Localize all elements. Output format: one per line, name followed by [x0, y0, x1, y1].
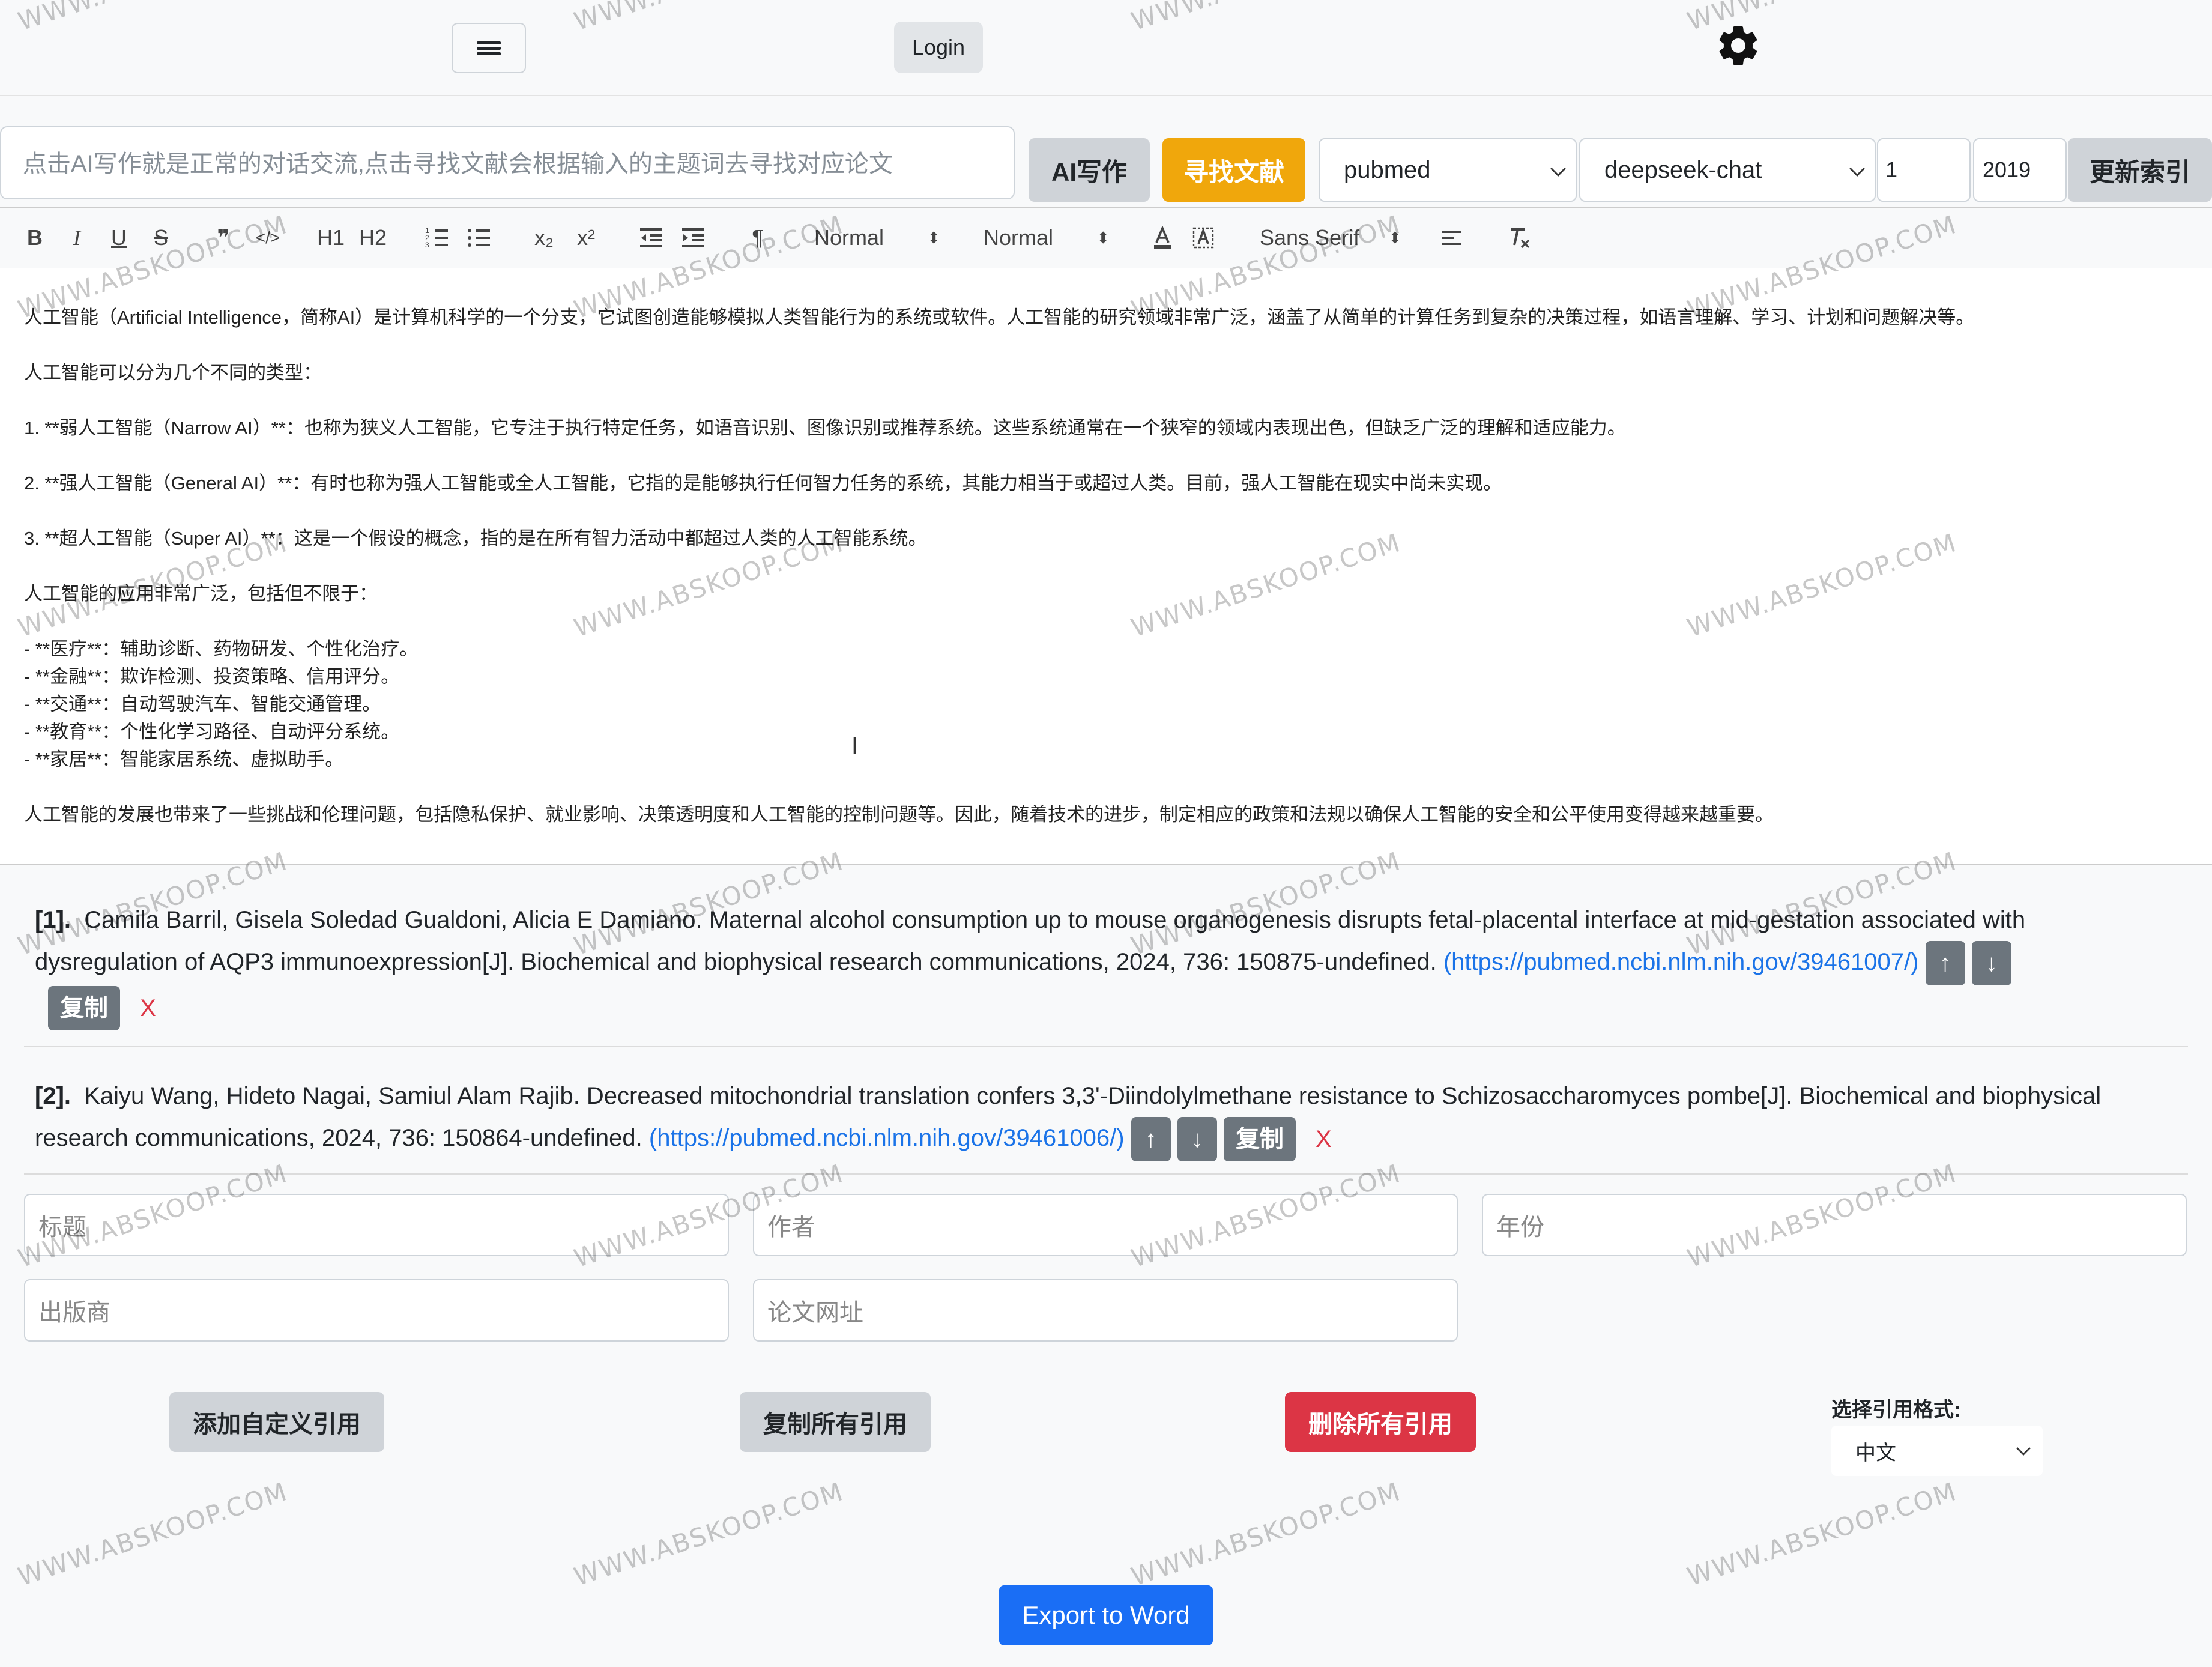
- bold-button[interactable]: B: [23, 220, 47, 256]
- editor-line: - **金融**：欺诈检测、投资策略、信用评分。: [24, 666, 400, 687]
- align-left-icon[interactable]: [1439, 220, 1465, 256]
- hamburger-icon: [477, 39, 501, 58]
- reference-link[interactable]: (https://pubmed.ncbi.nlm.nih.gov/3946100…: [1443, 949, 1919, 975]
- updown-icon: ⬍: [927, 228, 940, 247]
- clear-format-icon[interactable]: [1506, 220, 1532, 256]
- copy-all-citations-button[interactable]: 复制所有引用: [740, 1392, 931, 1452]
- ai-write-button[interactable]: AI写作: [1029, 138, 1150, 202]
- top-navbar: Login: [0, 0, 2212, 96]
- editor-line: - **家居**：智能家居系统、虚拟助手。: [24, 749, 344, 770]
- editor-line: 1. **弱人工智能（Narrow AI）**：也称为狭义人工智能，它专注于执行…: [24, 417, 1626, 438]
- paper-url-field[interactable]: 论文网址: [753, 1279, 1458, 1342]
- divider: [24, 1173, 2188, 1175]
- watermark-text: WWW.ABSKOOP.COM: [1683, 1476, 1960, 1592]
- italic-button[interactable]: I: [65, 220, 89, 256]
- text-direction-button[interactable]: ¶: [745, 220, 771, 256]
- subscript-button[interactable]: x₂: [531, 220, 557, 256]
- add-custom-citation-button[interactable]: 添加自定义引用: [169, 1392, 384, 1452]
- count-input[interactable]: 1: [1877, 138, 1971, 202]
- background-color-icon[interactable]: [1190, 220, 1216, 256]
- indent-icon[interactable]: [680, 220, 706, 256]
- updown-icon: ⬍: [1096, 228, 1110, 247]
- watermark-text: WWW.ABSKOOP.COM: [570, 1476, 847, 1592]
- move-down-button[interactable]: ↓: [1177, 1117, 1217, 1162]
- editor-line: - **教育**：个性化学习路径、自动评分系统。: [24, 721, 400, 742]
- underline-button[interactable]: U: [107, 220, 131, 256]
- rich-text-editor[interactable]: 人工智能（Artificial Intelligence，简称AI）是计算机科学…: [0, 268, 2212, 865]
- reference-index: [1].: [35, 907, 71, 933]
- citation-format-value: 中文: [1855, 1441, 1896, 1465]
- text-color-icon[interactable]: [1149, 220, 1176, 256]
- outdent-icon[interactable]: [638, 220, 664, 256]
- updown-icon: ⬍: [1388, 228, 1401, 247]
- topic-input[interactable]: 点击AI写作就是正常的对话交流,点击寻找文献会根据输入的主题词去寻找对应论文: [0, 126, 1015, 199]
- header-2-button[interactable]: H2: [357, 220, 389, 256]
- model-select[interactable]: deepseek-chat: [1579, 138, 1876, 202]
- export-to-word-button[interactable]: Export to Word: [999, 1585, 1213, 1645]
- header-1-button[interactable]: H1: [315, 220, 347, 256]
- editor-toolbar: B I U S ❞ </> H1 H2 123 x₂ x² ¶ Normal ⬍…: [0, 207, 2212, 269]
- delete-reference-button[interactable]: X: [1316, 1118, 1332, 1160]
- publisher-field[interactable]: 出版商: [24, 1279, 729, 1342]
- delete-reference-button[interactable]: X: [140, 987, 156, 1029]
- strike-button[interactable]: S: [149, 220, 173, 256]
- title-field[interactable]: 标题: [24, 1194, 729, 1256]
- reference-item: [2]. Kaiyu Wang, Hideto Nagai, Samiul Al…: [35, 1075, 2172, 1162]
- find-literature-button[interactable]: 寻找文献: [1162, 138, 1305, 202]
- editor-line: - **交通**：自动驾驶汽车、智能交通管理。: [24, 694, 381, 715]
- citation-format-label: 选择引用格式:: [1831, 1399, 1961, 1421]
- move-down-button[interactable]: ↓: [1971, 941, 2011, 986]
- source-select-value: pubmed: [1344, 156, 1431, 183]
- copy-reference-button[interactable]: 复制: [1223, 1117, 1296, 1162]
- svg-text:3: 3: [425, 241, 429, 249]
- login-button[interactable]: Login: [894, 22, 983, 73]
- reference-index: [2].: [35, 1083, 71, 1109]
- watermark-text: WWW.ABSKOOP.COM: [1127, 1476, 1404, 1592]
- settings-gear-icon[interactable]: [1714, 22, 1762, 70]
- watermark-text: WWW.ABSKOOP.COM: [14, 1476, 291, 1592]
- code-block-button[interactable]: </>: [251, 220, 285, 256]
- ordered-list-icon[interactable]: 123: [424, 220, 450, 256]
- reference-item: [1]. Camila Barril, Gisela Soledad Guald…: [35, 899, 2172, 1030]
- header-picker-value: Normal: [984, 225, 1054, 250]
- chevron-down-icon: [1849, 161, 1865, 177]
- bullet-list-icon[interactable]: [466, 220, 492, 256]
- size-picker[interactable]: Normal ⬍: [814, 220, 940, 256]
- font-picker[interactable]: Sans Serif ⬍: [1260, 220, 1401, 256]
- model-select-value: deepseek-chat: [1604, 156, 1762, 183]
- blockquote-button[interactable]: ❞: [210, 220, 237, 256]
- superscript-button[interactable]: x²: [573, 220, 599, 256]
- font-picker-value: Sans Serif: [1260, 225, 1360, 250]
- year-field[interactable]: 年份: [1482, 1194, 2187, 1256]
- delete-all-citations-button[interactable]: 删除所有引用: [1285, 1392, 1476, 1452]
- editor-line: 人工智能的发展也带来了一些挑战和伦理问题，包括隐私保护、就业影响、决策透明度和人…: [24, 804, 1774, 825]
- refresh-index-button[interactable]: 更新索引: [2068, 138, 2212, 202]
- divider: [24, 1046, 2188, 1047]
- move-up-button[interactable]: ↑: [1131, 1117, 1171, 1162]
- editor-line: 人工智能（Artificial Intelligence，简称AI）是计算机科学…: [24, 307, 1975, 328]
- source-select[interactable]: pubmed: [1319, 138, 1577, 202]
- editor-line: 2. **强人工智能（General AI）**：有时也称为强人工智能或全人工智…: [24, 473, 1502, 494]
- menu-toggle-button[interactable]: [452, 23, 526, 73]
- author-field[interactable]: 作者: [753, 1194, 1458, 1256]
- move-up-button[interactable]: ↑: [1925, 941, 1965, 986]
- citation-format-select[interactable]: 中文: [1831, 1426, 2043, 1476]
- editor-line: 3. **超人工智能（Super AI）**：这是一个假设的概念，指的是在所有智…: [24, 528, 927, 549]
- size-picker-value: Normal: [814, 225, 884, 250]
- header-picker[interactable]: Normal ⬍: [984, 220, 1110, 256]
- text-cursor-icon: I: [851, 733, 859, 759]
- editor-line: 人工智能的应用非常广泛，包括但不限于：: [24, 583, 378, 604]
- chevron-down-icon: [1550, 161, 1566, 177]
- copy-reference-button[interactable]: 复制: [48, 985, 120, 1030]
- year-input[interactable]: 2019: [1973, 138, 2067, 202]
- editor-line: 人工智能可以分为几个不同的类型：: [24, 362, 322, 383]
- editor-line: - **医疗**：辅助诊断、药物研发、个性化治疗。: [24, 638, 419, 659]
- chevron-down-icon: [2016, 1441, 2031, 1456]
- reference-link[interactable]: (https://pubmed.ncbi.nlm.nih.gov/3946100…: [649, 1125, 1125, 1151]
